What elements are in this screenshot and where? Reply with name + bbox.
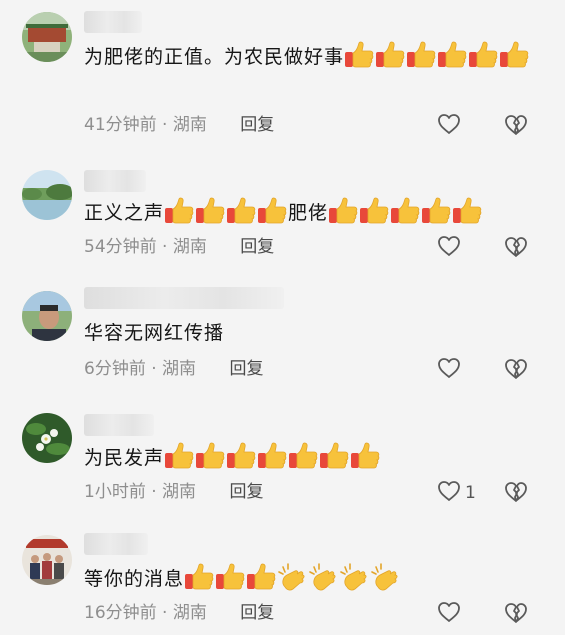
comment-location: 湖南 — [172, 237, 207, 257]
thumbs-up-emoji-icon — [226, 197, 256, 225]
comment-text: 为肥佬的正值。为农民做好事 — [84, 41, 535, 73]
reply-button[interactable]: 回复 — [240, 115, 274, 135]
thumbs-up-emoji-icon — [406, 41, 436, 69]
like-button[interactable] — [437, 599, 483, 629]
like-button[interactable] — [437, 233, 483, 263]
comment-time: 1小时前 — [84, 482, 146, 502]
clapping-hands-emoji-icon — [339, 563, 369, 591]
comment-text: 华容无网红传播 — [84, 318, 535, 349]
comment-text: 为民发声 — [84, 442, 535, 474]
heart-icon — [437, 113, 461, 139]
dislike-button[interactable] — [504, 114, 530, 138]
clapping-hands-emoji-icon — [308, 563, 338, 591]
thumbs-up-emoji-icon — [257, 197, 287, 225]
comment-meta: 1小时前 · 湖南 回复 — [84, 480, 263, 504]
thumbs-up-emoji-icon — [390, 197, 420, 225]
thumbs-up-emoji-icon — [195, 442, 225, 470]
thumbs-up-emoji-icon — [328, 197, 358, 225]
thumbs-up-emoji-icon — [437, 41, 467, 69]
username-blurred[interactable] — [84, 414, 154, 436]
like-button[interactable] — [437, 355, 483, 385]
like-count: 1 — [465, 483, 476, 503]
thumbs-up-emoji-icon — [499, 41, 529, 69]
meta-separator: · — [162, 603, 168, 623]
thumbs-up-emoji-icon — [164, 197, 194, 225]
user-avatar[interactable] — [22, 12, 72, 62]
meta-separator: · — [162, 237, 168, 257]
thumbs-up-emoji-icon — [359, 197, 389, 225]
comment-text-segment: 等你的消息 — [84, 568, 185, 590]
thumbs-up-emoji-icon — [164, 442, 194, 470]
user-avatar[interactable] — [22, 413, 72, 463]
broken-heart-icon — [504, 602, 530, 624]
thumbs-up-emoji-icon — [215, 563, 245, 591]
heart-icon — [437, 601, 461, 627]
comment-time: 41分钟前 — [84, 115, 157, 135]
thumbs-up-emoji-icon — [468, 41, 498, 69]
thumbs-up-emoji-icon — [344, 41, 374, 69]
thumbs-up-emoji-icon — [421, 197, 451, 225]
meta-separator: · — [151, 359, 157, 379]
heart-icon — [437, 357, 461, 383]
reply-button[interactable]: 回复 — [229, 482, 263, 502]
user-avatar[interactable] — [22, 535, 72, 585]
clapping-hands-emoji-icon — [277, 563, 307, 591]
username-blurred[interactable] — [84, 170, 146, 192]
thumbs-up-emoji-icon — [184, 563, 214, 591]
user-avatar[interactable] — [22, 291, 72, 341]
comment-location: 湖南 — [162, 482, 197, 502]
comment-text: 等你的消息 — [84, 563, 535, 595]
comment-location: 湖南 — [162, 359, 197, 379]
comment-text-segment: 为民发声 — [84, 447, 165, 469]
thumbs-up-emoji-icon — [350, 442, 380, 470]
thumbs-up-emoji-icon — [246, 563, 276, 591]
broken-heart-icon — [504, 114, 530, 136]
comment-meta: 16分钟前 · 湖南 回复 — [84, 601, 274, 625]
comment-text-segment: 华容无网红传播 — [84, 322, 225, 344]
comment-text-segment: 为肥佬的正值。为农民做好事 — [84, 46, 345, 68]
username-blurred[interactable] — [84, 287, 284, 309]
meta-separator: · — [162, 115, 168, 135]
thumbs-up-emoji-icon — [257, 442, 287, 470]
comment-text-segment: 正义之声 — [84, 202, 165, 224]
heart-icon — [437, 480, 461, 506]
comment-text-segment: 肥佬 — [288, 202, 329, 224]
like-button[interactable] — [437, 111, 483, 141]
broken-heart-icon — [504, 236, 530, 258]
thumbs-up-emoji-icon — [195, 197, 225, 225]
thumbs-up-emoji-icon — [226, 442, 256, 470]
thumbs-up-emoji-icon — [452, 197, 482, 225]
comment-time: 54分钟前 — [84, 237, 157, 257]
comment-meta: 54分钟前 · 湖南 回复 — [84, 235, 274, 259]
dislike-button[interactable] — [504, 602, 530, 626]
reply-button[interactable]: 回复 — [229, 359, 263, 379]
comment-location: 湖南 — [172, 603, 207, 623]
username-blurred[interactable] — [84, 533, 148, 555]
comment-location: 湖南 — [172, 115, 207, 135]
comment-meta: 41分钟前 · 湖南 回复 — [84, 113, 274, 137]
reply-button[interactable]: 回复 — [240, 603, 274, 623]
username-blurred[interactable] — [84, 11, 142, 33]
heart-icon — [437, 235, 461, 261]
comment-text: 正义之声 肥佬 — [84, 197, 535, 229]
broken-heart-icon — [504, 358, 530, 380]
meta-separator: · — [151, 482, 157, 502]
clapping-hands-emoji-icon — [370, 563, 400, 591]
comment-time: 6分钟前 — [84, 359, 146, 379]
thumbs-up-emoji-icon — [375, 41, 405, 69]
dislike-button[interactable] — [504, 236, 530, 260]
reply-button[interactable]: 回复 — [240, 237, 274, 257]
comment-time: 16分钟前 — [84, 603, 157, 623]
broken-heart-icon — [504, 481, 530, 503]
user-avatar[interactable] — [22, 170, 72, 220]
thumbs-up-emoji-icon — [319, 442, 349, 470]
dislike-button[interactable] — [504, 358, 530, 382]
thumbs-up-emoji-icon — [288, 442, 318, 470]
like-button[interactable]: 1 — [437, 478, 483, 508]
comment-meta: 6分钟前 · 湖南 回复 — [84, 357, 263, 381]
dislike-button[interactable] — [504, 481, 530, 505]
